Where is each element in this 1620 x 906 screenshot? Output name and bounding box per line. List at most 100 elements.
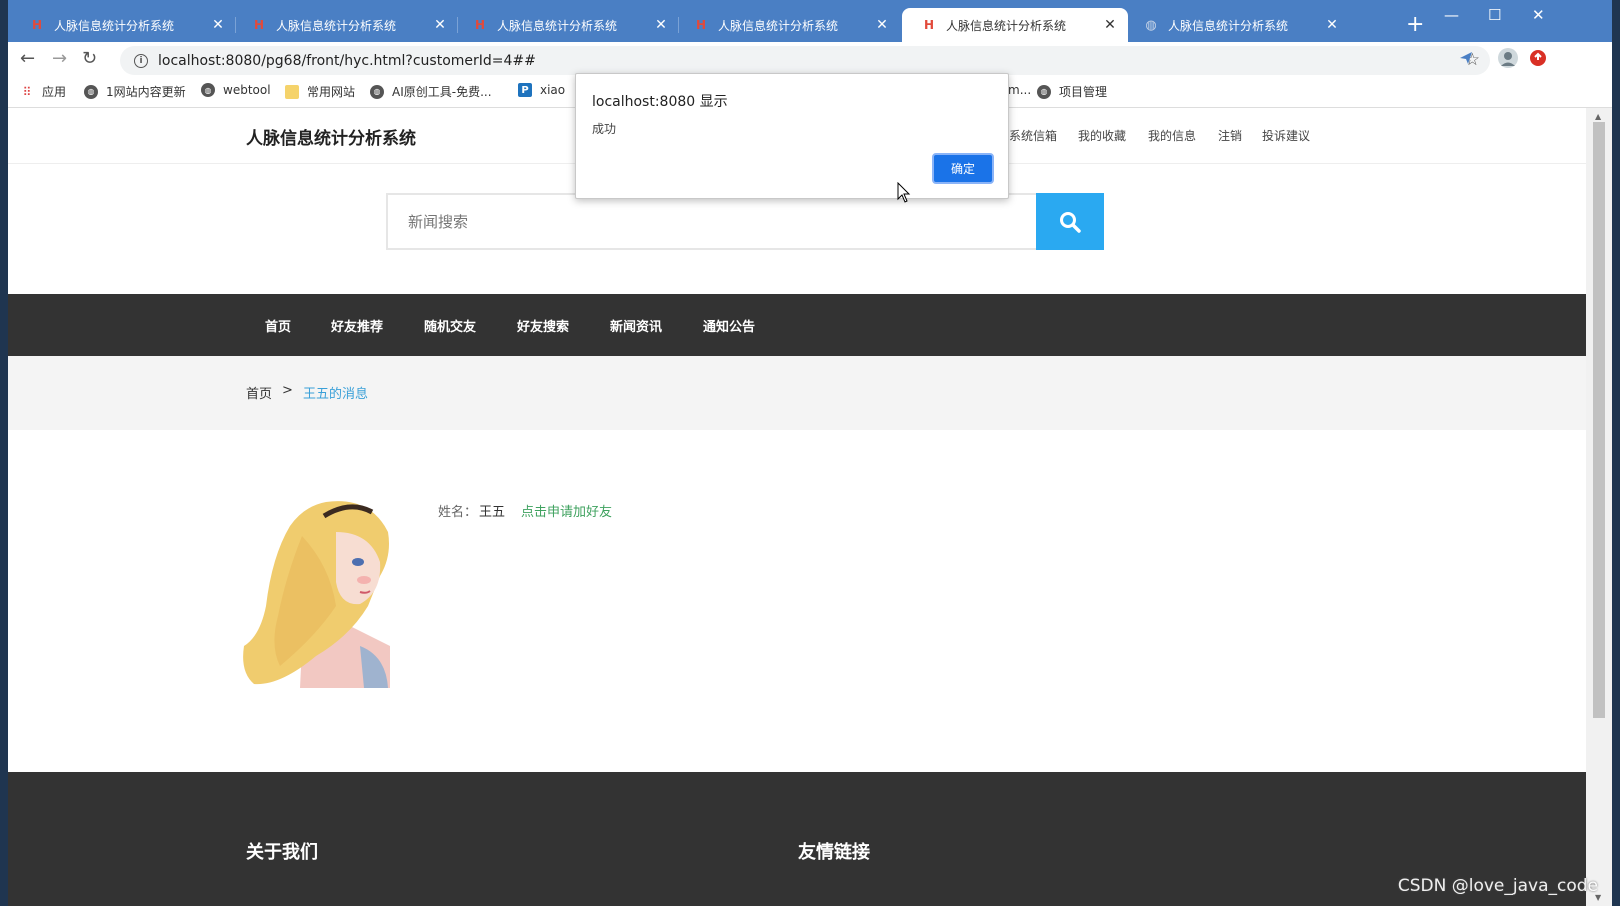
bookmark-apps[interactable]: ⠿ 应用 bbox=[20, 83, 66, 100]
breadcrumb-separator: > bbox=[282, 383, 293, 398]
tab-title: 人脉信息统计分析系统 bbox=[718, 18, 839, 33]
dialog-title: localhost:8080 显示 bbox=[592, 94, 728, 110]
nav-news[interactable]: 新闻资讯 bbox=[610, 316, 662, 335]
tab-strip: H 人脉信息统计分析系统 ✕ H 人脉信息统计分析系统 ✕ H 人脉信息统计分析… bbox=[8, 0, 1612, 42]
tab-title: 人脉信息统计分析系统 bbox=[497, 18, 618, 33]
name-value: 王五 bbox=[479, 505, 506, 520]
bookmark-item[interactable]: ◍ 1网站内容更新 bbox=[84, 83, 186, 100]
nav-friend-recommend[interactable]: 好友推荐 bbox=[331, 316, 383, 335]
folder-icon bbox=[285, 84, 299, 99]
extension-icon[interactable] bbox=[1458, 50, 1474, 70]
name-label: 姓名： bbox=[438, 505, 478, 520]
footer-links-heading: 友情链接 bbox=[798, 842, 870, 863]
globe-icon: ◍ bbox=[370, 84, 384, 99]
page-scrollbar[interactable]: ▲ ▼ bbox=[1586, 108, 1612, 906]
close-icon[interactable]: ✕ bbox=[1102, 17, 1118, 33]
globe-icon: ◍ bbox=[201, 83, 215, 97]
site-footer: 关于我们 友情链接 bbox=[8, 772, 1586, 906]
bookmark-label: m... bbox=[1008, 83, 1032, 97]
bookmark-item[interactable]: ◍ 项目管理 bbox=[1037, 83, 1107, 100]
tab-title: 人脉信息统计分析系统 bbox=[946, 18, 1067, 33]
apps-icon: ⠿ bbox=[22, 84, 32, 99]
web-page: 人脉信息统计分析系统 系统信箱 我的收藏 我的信息 注销 投诉建议 首页 好友推… bbox=[8, 108, 1586, 906]
minimize-icon[interactable]: — bbox=[1444, 6, 1459, 24]
top-link-logout[interactable]: 注销 bbox=[1218, 127, 1242, 144]
bookmark-item[interactable]: m... bbox=[1008, 83, 1031, 97]
close-icon[interactable]: ✕ bbox=[432, 17, 448, 33]
breadcrumb: 首页 > 王五的消息 bbox=[8, 356, 1586, 430]
dialog-ok-button[interactable]: 确定 bbox=[932, 153, 994, 184]
h-icon: H bbox=[474, 18, 486, 32]
globe-icon: ◍ bbox=[1145, 17, 1157, 33]
back-icon[interactable]: ← bbox=[20, 48, 35, 69]
avatar bbox=[240, 496, 392, 688]
bookmark-label: 应用 bbox=[42, 85, 67, 99]
browser-window: H 人脉信息统计分析系统 ✕ H 人脉信息统计分析系统 ✕ H 人脉信息统计分析… bbox=[8, 0, 1612, 906]
bookmark-folder[interactable]: 常用网站 bbox=[285, 83, 355, 100]
browser-tab[interactable]: H 人脉信息统计分析系统 ✕ bbox=[232, 8, 458, 42]
top-link-complaint[interactable]: 投诉建议 bbox=[1262, 127, 1310, 144]
alert-dialog: localhost:8080 显示 成功 确定 bbox=[575, 73, 1009, 199]
forward-icon[interactable]: → bbox=[52, 48, 67, 69]
nav-friend-search[interactable]: 好友搜索 bbox=[517, 316, 569, 335]
url-text: localhost:8080/pg68/front/hyc.html?custo… bbox=[158, 52, 536, 69]
mouse-cursor-icon bbox=[897, 182, 911, 203]
close-icon[interactable]: ✕ bbox=[210, 17, 226, 33]
search-icon bbox=[1060, 211, 1081, 233]
search-button[interactable] bbox=[1036, 193, 1104, 250]
h-icon: H bbox=[31, 18, 43, 32]
browser-tab[interactable]: ◍ 人脉信息统计分析系统 ✕ bbox=[1124, 8, 1350, 42]
close-window-icon[interactable]: ✕ bbox=[1532, 6, 1545, 24]
update-icon[interactable] bbox=[1530, 50, 1546, 70]
scroll-thumb[interactable] bbox=[1593, 122, 1605, 718]
globe-icon: ◍ bbox=[84, 84, 98, 99]
main-nav: 首页 好友推荐 随机交友 好友搜索 新闻资讯 通知公告 bbox=[8, 294, 1586, 356]
nav-random-friend[interactable]: 随机交友 bbox=[424, 316, 476, 335]
tab-title: 人脉信息统计分析系统 bbox=[1168, 18, 1289, 33]
browser-tab[interactable]: H 人脉信息统计分析系统 ✕ bbox=[674, 8, 900, 42]
add-friend-link[interactable]: 点击申请加好友 bbox=[521, 501, 612, 520]
profile-avatar-icon[interactable] bbox=[1498, 48, 1518, 72]
top-link-mailbox[interactable]: 系统信箱 bbox=[1009, 127, 1057, 144]
bookmark-label: 1网站内容更新 bbox=[106, 85, 186, 99]
site-title: 人脉信息统计分析系统 bbox=[246, 129, 416, 149]
reload-icon[interactable]: ↻ bbox=[82, 48, 97, 69]
close-icon[interactable]: ✕ bbox=[1324, 17, 1340, 33]
bookmark-label: webtool bbox=[223, 83, 271, 97]
dialog-message: 成功 bbox=[592, 122, 617, 136]
watermark: CSDN @love_java_code bbox=[1397, 876, 1598, 896]
browser-tab-active[interactable]: H 人脉信息统计分析系统 ✕ bbox=[902, 8, 1128, 42]
tab-title: 人脉信息统计分析系统 bbox=[276, 18, 397, 33]
bookmark-label: xiao bbox=[540, 83, 566, 97]
bookmark-item[interactable]: ◍ AI原创工具-免费... bbox=[370, 83, 492, 100]
bookmark-label: AI原创工具-免费... bbox=[392, 85, 492, 99]
close-icon[interactable]: ✕ bbox=[653, 17, 669, 33]
bookmark-label: 项目管理 bbox=[1059, 85, 1108, 99]
p-icon: P bbox=[518, 83, 532, 97]
top-link-favorites[interactable]: 我的收藏 bbox=[1078, 127, 1126, 144]
breadcrumb-home[interactable]: 首页 bbox=[246, 383, 272, 402]
nav-home[interactable]: 首页 bbox=[265, 316, 291, 335]
footer-about-heading: 关于我们 bbox=[246, 842, 318, 863]
breadcrumb-current: 王五的消息 bbox=[303, 387, 369, 402]
globe-icon: ◍ bbox=[1037, 84, 1051, 99]
h-icon: H bbox=[923, 18, 935, 32]
top-link-my-info[interactable]: 我的信息 bbox=[1148, 127, 1196, 144]
bookmark-item[interactable]: P xiao bbox=[518, 83, 565, 97]
scroll-up-icon[interactable]: ▲ bbox=[1595, 112, 1601, 121]
info-icon[interactable]: i bbox=[134, 53, 148, 68]
tab-title: 人脉信息统计分析系统 bbox=[54, 18, 175, 33]
h-icon: H bbox=[253, 18, 265, 32]
bookmark-item[interactable]: ◍ webtool bbox=[201, 83, 271, 97]
browser-tab[interactable]: H 人脉信息统计分析系统 ✕ bbox=[453, 8, 679, 42]
bookmark-label: 常用网站 bbox=[307, 85, 356, 99]
address-bar[interactable]: i localhost:8080/pg68/front/hyc.html?cus… bbox=[120, 46, 1490, 75]
maximize-icon[interactable]: ☐ bbox=[1488, 6, 1501, 24]
nav-notices[interactable]: 通知公告 bbox=[703, 316, 755, 335]
browser-tab[interactable]: H 人脉信息统计分析系统 ✕ bbox=[10, 8, 236, 42]
close-icon[interactable]: ✕ bbox=[874, 17, 890, 33]
search-input[interactable] bbox=[386, 193, 1036, 250]
new-tab-icon[interactable]: + bbox=[1406, 12, 1424, 37]
h-icon: H bbox=[695, 18, 707, 32]
news-search bbox=[386, 193, 1104, 250]
